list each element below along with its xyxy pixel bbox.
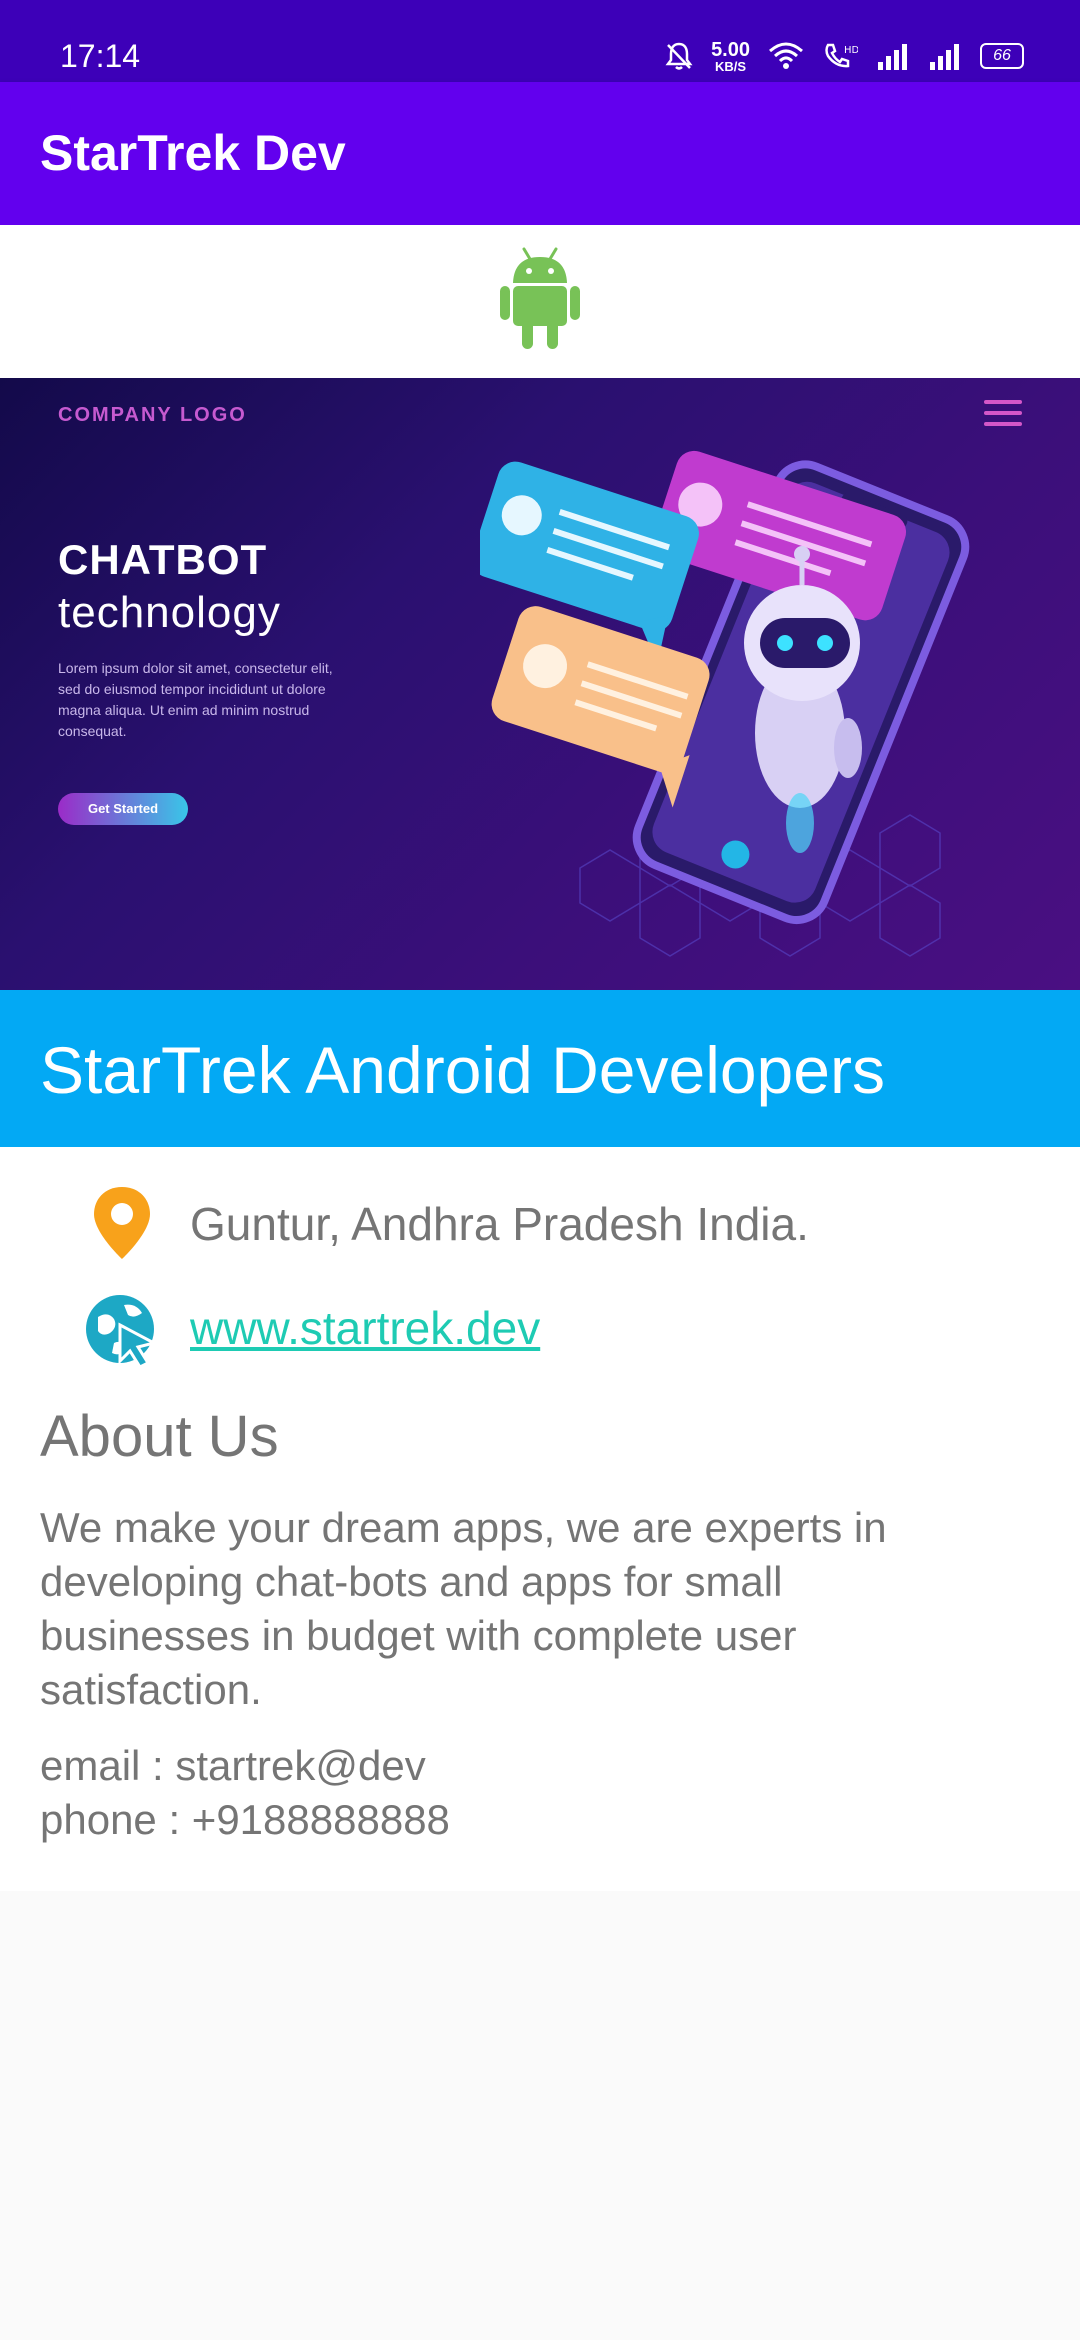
about-body: We make your dream apps, we are experts … bbox=[40, 1504, 887, 1713]
net-speed-value: 5.00 bbox=[711, 38, 750, 61]
android-icon bbox=[500, 247, 580, 349]
app-bar: StarTrek Dev bbox=[0, 82, 1080, 225]
status-time: 17:14 bbox=[60, 38, 141, 74]
signal-icon bbox=[878, 44, 907, 70]
app-title: StarTrek Dev bbox=[40, 125, 346, 181]
battery-icon: 66 bbox=[980, 43, 1024, 69]
wifi-icon bbox=[769, 42, 803, 69]
banner-get-started-button: Get Started bbox=[58, 793, 188, 825]
logo-strip bbox=[0, 225, 1080, 378]
net-speed-unit: KB/S bbox=[715, 58, 747, 74]
info-section: Guntur, Andhra Pradesh India. www.startr… bbox=[0, 1147, 1080, 1891]
location-text: Guntur, Andhra Pradesh India. bbox=[190, 1198, 809, 1250]
about-title: About Us bbox=[40, 1404, 279, 1469]
bell-off-icon bbox=[665, 42, 693, 70]
company-name: StarTrek Android Developers bbox=[40, 1033, 885, 1107]
net-speed: 5.00 KB/S bbox=[711, 40, 750, 73]
company-band: StarTrek Android Developers bbox=[0, 990, 1080, 1147]
chatbot-illustration bbox=[480, 450, 970, 957]
banner-heading-bold: CHATBOT bbox=[58, 536, 268, 583]
status-icons: 5.00 KB/S HD 66 bbox=[665, 36, 1024, 76]
location-pin-icon bbox=[94, 1187, 150, 1259]
menu-icon bbox=[984, 400, 1022, 430]
location-row: Guntur, Andhra Pradesh India. bbox=[0, 1183, 1080, 1273]
website-link[interactable]: www.startrek.dev bbox=[190, 1301, 540, 1355]
email-text: email : startrek@dev bbox=[40, 1742, 426, 1789]
banner-company-logo: COMPANY LOGO bbox=[58, 404, 247, 426]
svg-text:HD: HD bbox=[844, 45, 858, 56]
globe-cursor-icon bbox=[86, 1295, 159, 1369]
contact-block: email : startrek@dev phone : +9188888888 bbox=[40, 1739, 450, 1847]
chatbot-banner: COMPANY LOGO CHATBOT technology Lorem ip… bbox=[0, 378, 1080, 990]
status-bar: 17:14 5.00 KB/S HD 66 bbox=[0, 0, 1080, 82]
signal-icon bbox=[930, 44, 959, 70]
banner-lorem-text: Lorem ipsum dolor sit amet, consectetur … bbox=[58, 660, 333, 739]
call-icon: HD bbox=[825, 43, 858, 68]
website-row[interactable]: www.startrek.dev bbox=[0, 1291, 1080, 1381]
phone-text: phone : +9188888888 bbox=[40, 1796, 450, 1843]
banner-heading-light: technology bbox=[58, 588, 281, 637]
